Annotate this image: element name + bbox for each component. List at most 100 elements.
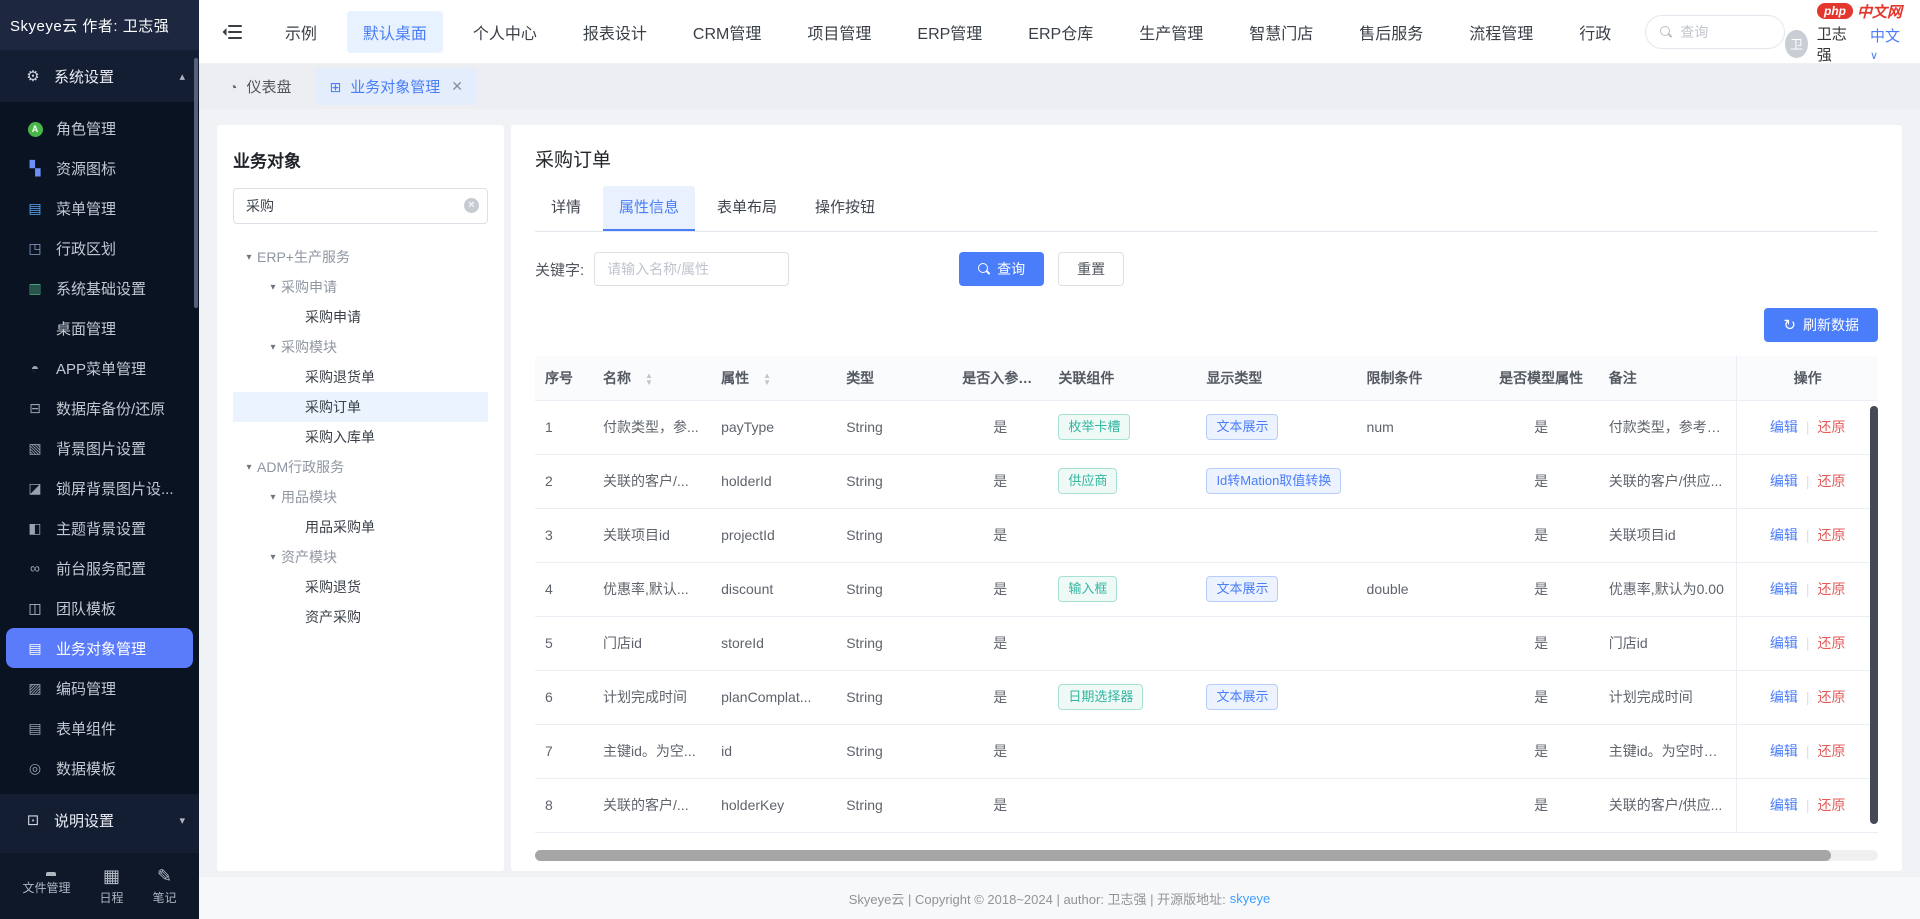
sidebar-item[interactable]: ▚资源图标 bbox=[0, 148, 199, 188]
tab-操作按钮[interactable]: 操作按钮 bbox=[799, 186, 891, 231]
edit-link[interactable]: 编辑 bbox=[1770, 743, 1798, 759]
edit-link[interactable]: 编辑 bbox=[1770, 527, 1798, 543]
query-button[interactable]: 查询 bbox=[959, 252, 1044, 286]
tree-node[interactable]: ▾用品模块 bbox=[233, 482, 488, 512]
tree-node[interactable]: ▾资产模块 bbox=[233, 542, 488, 572]
caret-down-icon[interactable]: ▾ bbox=[241, 462, 257, 473]
language-dropdown[interactable]: 中文 ∨ bbox=[1870, 25, 1904, 63]
nav-item[interactable]: 个人中心 bbox=[457, 11, 553, 53]
sidebar-group-0[interactable]: ⚙系统设置▴ bbox=[0, 50, 199, 102]
dock-item-文件管理[interactable]: 文件管理 bbox=[22, 876, 70, 896]
sidebar-item[interactable]: ∞前台服务配置 bbox=[0, 548, 199, 588]
sidebar-collapse-icon[interactable] bbox=[221, 19, 243, 45]
caret-down-icon[interactable]: ▾ bbox=[265, 342, 281, 353]
tree-node[interactable]: 采购入库单 bbox=[233, 422, 488, 452]
col-header[interactable]: 名称▲▼ bbox=[593, 356, 711, 400]
nav-item[interactable]: ERP管理 bbox=[901, 11, 998, 53]
dock-item-日程[interactable]: ▦日程 bbox=[99, 866, 123, 906]
sidebar-item[interactable]: ▤表单组件 bbox=[0, 708, 199, 748]
sidebar-item[interactable]: ◪锁屏背景图片设... bbox=[0, 468, 199, 508]
tree-node[interactable]: 采购申请 bbox=[233, 302, 488, 332]
nav-item[interactable]: CRM管理 bbox=[677, 11, 777, 53]
horizontal-scrollbar[interactable] bbox=[535, 850, 1831, 861]
sidebar-item[interactable]: ◳行政区划 bbox=[0, 228, 199, 268]
col-header[interactable]: 是否入参▲▼ bbox=[952, 356, 1048, 400]
sidebar-item[interactable]: ▨编码管理 bbox=[0, 668, 199, 708]
sidebar-item[interactable]: ▤业务对象管理 bbox=[6, 628, 193, 668]
tree-node[interactable]: 采购订单 bbox=[233, 392, 488, 422]
tree-node[interactable]: ▾ERP+生产服务 bbox=[233, 242, 488, 272]
dock-item-笔记[interactable]: ✎笔记 bbox=[152, 866, 176, 906]
nav-item[interactable]: 示例 bbox=[269, 11, 333, 53]
sidebar-item[interactable]: A角色管理 bbox=[0, 108, 199, 148]
edit-link[interactable]: 编辑 bbox=[1770, 581, 1798, 597]
sidebar-group-1[interactable]: ⊡说明设置▾ bbox=[0, 794, 199, 846]
global-search-input[interactable] bbox=[1680, 24, 1770, 40]
cell-name: 关联项目id bbox=[593, 508, 711, 562]
sidebar-item[interactable]: ⊟数据库备份/还原 bbox=[0, 388, 199, 428]
edit-link[interactable]: 编辑 bbox=[1770, 797, 1798, 813]
keyword-input[interactable] bbox=[594, 252, 789, 286]
nav-item[interactable]: 售后服务 bbox=[1343, 11, 1439, 53]
caret-down-icon[interactable]: ▾ bbox=[265, 492, 281, 503]
restore-link[interactable]: 还原 bbox=[1817, 527, 1845, 543]
vertical-scrollbar[interactable] bbox=[1870, 406, 1878, 824]
tree-node[interactable]: 用品采购单 bbox=[233, 512, 488, 542]
tab-属性信息[interactable]: 属性信息 bbox=[603, 186, 695, 231]
nav-item[interactable]: 行政 bbox=[1563, 11, 1627, 53]
edit-link[interactable]: 编辑 bbox=[1770, 635, 1798, 651]
sort-icon[interactable]: ▲▼ bbox=[645, 372, 653, 386]
sidebar-item[interactable]: ◓APP菜单管理 bbox=[0, 348, 199, 388]
caret-down-icon[interactable]: ▾ bbox=[265, 282, 281, 293]
caret-down-icon[interactable]: ▾ bbox=[265, 552, 281, 563]
restore-link[interactable]: 还原 bbox=[1817, 419, 1845, 435]
restore-link[interactable]: 还原 bbox=[1817, 797, 1845, 813]
edit-link[interactable]: 编辑 bbox=[1770, 419, 1798, 435]
restore-link[interactable]: 还原 bbox=[1817, 473, 1845, 489]
nav-item[interactable]: 生产管理 bbox=[1123, 11, 1219, 53]
opensource-link[interactable]: skyeye bbox=[1230, 891, 1270, 906]
sort-icon[interactable]: ▲▼ bbox=[1032, 372, 1040, 386]
tab-表单布局[interactable]: 表单布局 bbox=[701, 186, 793, 231]
sidebar-item[interactable]: ◧主题背景设置 bbox=[0, 508, 199, 548]
restore-link[interactable]: 还原 bbox=[1817, 689, 1845, 705]
sidebar-item[interactable]: 桌面管理 bbox=[0, 308, 199, 348]
global-search[interactable] bbox=[1645, 15, 1785, 49]
sidebar-item[interactable]: ▧背景图片设置 bbox=[0, 428, 199, 468]
avatar[interactable]: 卫 bbox=[1785, 30, 1808, 58]
open-tab[interactable]: ⊞业务对象管理✕ bbox=[315, 68, 476, 105]
user-name[interactable]: 卫志强 bbox=[1817, 23, 1853, 65]
edit-link[interactable]: 编辑 bbox=[1770, 473, 1798, 489]
tree-node[interactable]: 采购退货单 bbox=[233, 362, 488, 392]
tree-node[interactable]: 资产采购 bbox=[233, 602, 488, 632]
tree-node[interactable]: ▾采购申请 bbox=[233, 272, 488, 302]
tab-详情[interactable]: 详情 bbox=[535, 186, 597, 231]
sidebar-item[interactable]: ▤菜单管理 bbox=[0, 188, 199, 228]
sidebar-scrollbar[interactable] bbox=[194, 58, 198, 308]
nav-item[interactable]: 项目管理 bbox=[791, 11, 887, 53]
open-tab[interactable]: ◔仪表盘 bbox=[215, 68, 305, 105]
sidebar-item[interactable]: ▥系统基础设置 bbox=[0, 268, 199, 308]
nav-item[interactable]: ERP仓库 bbox=[1012, 11, 1109, 53]
sidebar-item[interactable]: ◫团队模板 bbox=[0, 588, 199, 628]
clear-icon[interactable]: ✕ bbox=[464, 198, 479, 213]
reset-button[interactable]: 重置 bbox=[1058, 252, 1124, 286]
tree-node[interactable]: 采购退货 bbox=[233, 572, 488, 602]
restore-link[interactable]: 还原 bbox=[1817, 743, 1845, 759]
caret-down-icon[interactable]: ▾ bbox=[241, 252, 257, 263]
restore-link[interactable]: 还原 bbox=[1817, 581, 1845, 597]
nav-item[interactable]: 流程管理 bbox=[1453, 11, 1549, 53]
refresh-data-button[interactable]: ↻ 刷新数据 bbox=[1764, 308, 1878, 342]
sidebar-item[interactable]: ◎数据模板 bbox=[0, 748, 199, 788]
nav-item[interactable]: 报表设计 bbox=[567, 11, 663, 53]
col-header[interactable]: 属性▲▼ bbox=[711, 356, 836, 400]
tree-search-input[interactable] bbox=[233, 188, 488, 224]
nav-item[interactable]: 默认桌面 bbox=[347, 11, 443, 53]
edit-link[interactable]: 编辑 bbox=[1770, 689, 1798, 705]
close-icon[interactable]: ✕ bbox=[451, 78, 463, 95]
nav-item[interactable]: 智慧门店 bbox=[1233, 11, 1329, 53]
sort-icon[interactable]: ▲▼ bbox=[763, 372, 771, 386]
tree-node[interactable]: ▾采购模块 bbox=[233, 332, 488, 362]
tree-node[interactable]: ▾ADM行政服务 bbox=[233, 452, 488, 482]
restore-link[interactable]: 还原 bbox=[1817, 635, 1845, 651]
